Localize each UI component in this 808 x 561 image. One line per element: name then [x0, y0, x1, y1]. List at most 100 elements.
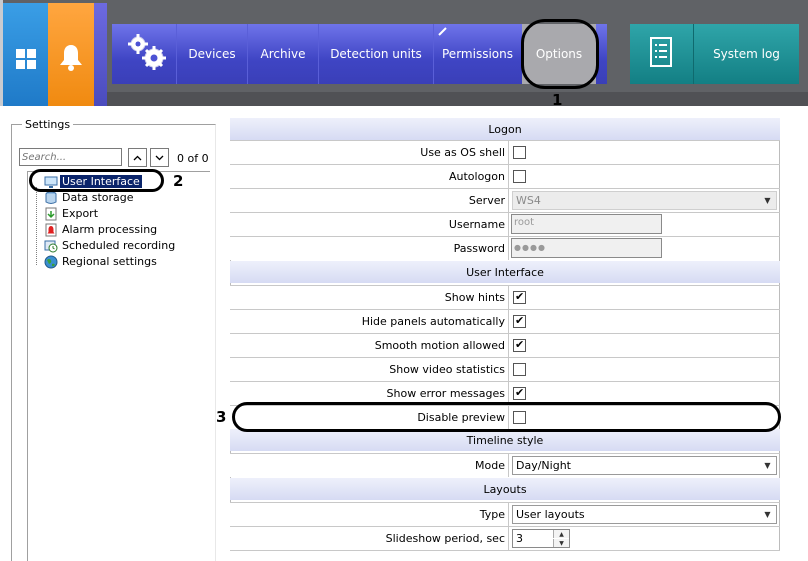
- type-value: User layouts: [516, 508, 585, 521]
- spin-up-icon[interactable]: ▲: [553, 530, 569, 538]
- check-mark-icon: ✔: [515, 290, 525, 303]
- tree-item-data-storage[interactable]: Data storage: [44, 190, 136, 205]
- show-hints-label: Show hints: [230, 286, 509, 309]
- row-slideshow-period: Slideshow period, sec 3 ▲ ▼: [230, 526, 780, 551]
- callout-number-3: 3: [216, 408, 227, 426]
- tab-devices-label: Devices: [188, 47, 236, 61]
- settings-gear-icon: [128, 34, 166, 70]
- bell-icon: [60, 45, 82, 71]
- row-use-os-shell: Use as OS shell: [230, 140, 780, 164]
- slideshow-period-stepper[interactable]: 3 ▲ ▼: [512, 529, 570, 548]
- row-username: Username root: [230, 212, 780, 236]
- server-label: Server: [230, 189, 509, 212]
- search-prev-button[interactable]: [128, 148, 147, 167]
- tree-item-export[interactable]: Export: [44, 206, 100, 221]
- tab-permissions[interactable]: Permissions: [433, 24, 521, 84]
- use-os-shell-label: Use as OS shell: [230, 141, 509, 164]
- dropdown-arrow-icon: ▼: [764, 510, 771, 519]
- search-result-count: 0 of 0: [177, 152, 209, 165]
- type-label: Type: [230, 503, 509, 526]
- slideshow-period-label: Slideshow period, sec: [230, 527, 509, 550]
- server-value: WS4: [516, 194, 541, 207]
- tree-item-scheduled-recording[interactable]: Scheduled recording: [44, 238, 177, 253]
- section-user-interface: User Interface: [230, 261, 780, 283]
- tree-item-label: Scheduled recording: [62, 239, 176, 252]
- chevron-down-icon: [155, 155, 164, 160]
- row-type: Type User layouts ▼: [230, 502, 780, 526]
- settings-search-input[interactable]: [19, 148, 122, 166]
- username-field[interactable]: root: [511, 214, 662, 234]
- tab-detection-units[interactable]: Detection units: [318, 24, 433, 84]
- password-field[interactable]: ●●●●: [511, 238, 662, 258]
- toolbar-strip: [94, 3, 107, 106]
- smooth-motion-checkbox[interactable]: ✔: [513, 338, 526, 352]
- dropdown-arrow-icon: ▼: [764, 196, 771, 205]
- section-logon: Logon: [230, 118, 780, 140]
- search-next-button[interactable]: [150, 148, 169, 167]
- alarm-icon: [45, 223, 57, 236]
- system-log-label: System log: [713, 47, 780, 61]
- tab-detection-units-label: Detection units: [330, 47, 422, 61]
- callout-number-2: 2: [173, 172, 184, 190]
- globe-icon: [44, 255, 58, 268]
- smooth-motion-label: Smooth motion allowed: [230, 334, 509, 357]
- row-server: Server WS4 ▼: [230, 188, 780, 212]
- section-timeline-title: Timeline style: [466, 433, 544, 447]
- check-mark-icon: ✔: [515, 314, 525, 327]
- video-statistics-checkbox[interactable]: [513, 363, 526, 376]
- windows-menu-button[interactable]: [3, 3, 48, 106]
- callout-oval-1: [521, 19, 599, 89]
- check-mark-icon: ✔: [515, 386, 525, 399]
- username-label: Username: [230, 213, 509, 236]
- tree-connector-line: [36, 187, 37, 265]
- top-toolbar: Devices Archive Detection units Permissi…: [0, 0, 808, 106]
- mode-label: Mode: [230, 454, 509, 477]
- schedule-icon: [44, 240, 58, 252]
- toolbar-shadow: [107, 92, 808, 106]
- row-show-hints: Show hints ✔: [230, 285, 780, 309]
- settings-panel-title: Settings: [22, 118, 74, 131]
- system-log-button[interactable]: System log: [630, 24, 799, 84]
- hide-panels-checkbox[interactable]: ✔: [513, 314, 526, 328]
- section-logon-title: Logon: [488, 122, 522, 136]
- check-mark-icon: ✔: [515, 338, 525, 351]
- chevron-up-icon: [133, 155, 142, 160]
- slideshow-period-value: 3: [516, 532, 523, 545]
- use-os-shell-checkbox[interactable]: [513, 146, 526, 159]
- tab-permissions-label: Permissions: [442, 47, 513, 61]
- callout-oval-2: [29, 169, 164, 192]
- alarms-button[interactable]: [48, 3, 94, 106]
- row-password: Password ●●●●: [230, 236, 780, 260]
- tab-devices[interactable]: Devices: [176, 24, 247, 84]
- tab-archive-label: Archive: [260, 47, 306, 61]
- autologon-label: Autologon: [230, 165, 509, 188]
- export-icon: [45, 207, 57, 220]
- server-dropdown[interactable]: WS4 ▼: [512, 191, 777, 210]
- tab-archive[interactable]: Archive: [247, 24, 318, 84]
- section-layouts-title: Layouts: [483, 482, 527, 496]
- password-label: Password: [230, 237, 509, 260]
- tree-item-regional-settings[interactable]: Regional settings: [44, 254, 159, 269]
- checklist-icon: [650, 37, 672, 67]
- tree-item-label: Regional settings: [62, 255, 157, 268]
- database-icon: [45, 191, 57, 204]
- row-hide-panels: Hide panels automatically ✔: [230, 309, 780, 333]
- row-smooth-motion: Smooth motion allowed ✔: [230, 333, 780, 357]
- tree-item-label: Export: [62, 207, 99, 220]
- dropdown-arrow-icon: ▼: [764, 461, 771, 470]
- callout-oval-3: [232, 402, 781, 432]
- mode-dropdown[interactable]: Day/Night ▼: [512, 456, 777, 475]
- tree-item-alarm-processing[interactable]: Alarm processing: [44, 222, 159, 237]
- row-autologon: Autologon: [230, 164, 780, 188]
- tree-item-label: Alarm processing: [62, 223, 158, 236]
- section-user-interface-title: User Interface: [466, 265, 544, 279]
- mode-value: Day/Night: [516, 459, 571, 472]
- type-dropdown[interactable]: User layouts ▼: [512, 505, 777, 524]
- hide-panels-label: Hide panels automatically: [230, 310, 509, 333]
- row-mode: Mode Day/Night ▼: [230, 453, 780, 477]
- error-messages-checkbox[interactable]: ✔: [513, 386, 526, 400]
- autologon-checkbox[interactable]: [513, 170, 526, 183]
- spin-down-icon[interactable]: ▼: [553, 539, 569, 547]
- show-hints-checkbox[interactable]: ✔: [513, 290, 526, 304]
- tree-item-label: Data storage: [62, 191, 134, 204]
